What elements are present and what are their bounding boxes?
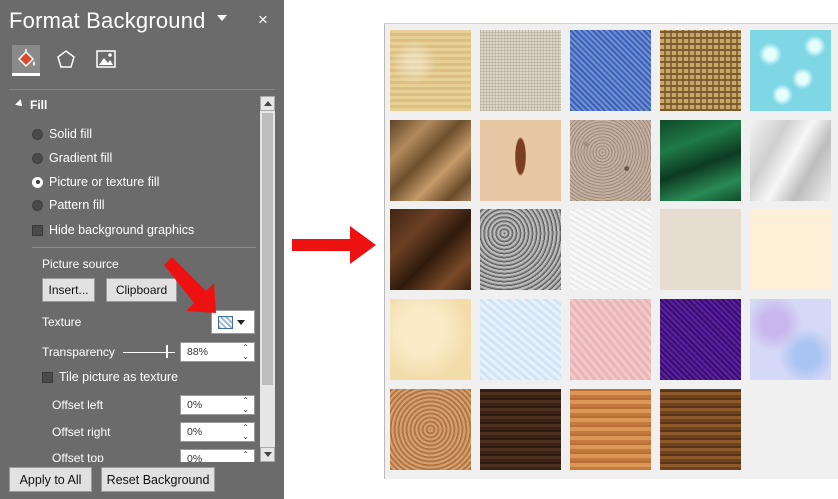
texture-tile-oak[interactable]	[570, 389, 651, 470]
texture-tile-woven-mat[interactable]	[660, 30, 741, 111]
offset-top-spinner[interactable]: 0% ⌃⌄	[180, 449, 255, 462]
fill-section-header[interactable]: Fill	[15, 98, 48, 112]
checkbox[interactable]	[32, 224, 43, 236]
spinner-value: 0%	[187, 426, 203, 438]
scroll-down-icon[interactable]	[260, 447, 275, 462]
divider	[32, 247, 256, 248]
offset-left-label: Offset left	[52, 398, 104, 412]
texture-tile-walnut[interactable]	[480, 389, 561, 470]
picture-texture-fill-option[interactable]: Picture or texture fill	[32, 175, 159, 189]
radio-button[interactable]	[32, 128, 43, 140]
texture-gallery	[384, 23, 838, 479]
option-label: Pattern fill	[49, 198, 105, 212]
radio-button[interactable]	[32, 199, 43, 211]
texture-tile-bouquet[interactable]	[750, 299, 831, 380]
radio-button-selected[interactable]	[32, 176, 43, 188]
pattern-fill-option[interactable]: Pattern fill	[32, 198, 105, 212]
spinner-arrows-icon[interactable]: ⌃⌄	[242, 343, 249, 361]
spinner-arrows-icon[interactable]: ⌃⌄	[242, 450, 249, 462]
offset-top-label: Offset top	[52, 451, 104, 462]
offset-top-row-clip: Offset top 0% ⌃⌄	[0, 446, 260, 462]
texture-tile-pink-tissue-paper[interactable]	[570, 299, 651, 380]
tile-picture-option[interactable]: Tile picture as texture	[42, 370, 178, 384]
pane-options-chevron-down-icon[interactable]	[217, 15, 227, 21]
red-right-arrow-icon	[292, 226, 376, 264]
transparency-slider-thumb[interactable]	[166, 345, 168, 358]
scroll-up-icon[interactable]	[260, 96, 275, 111]
scrollbar-thumb[interactable]	[262, 113, 273, 385]
solid-fill-option[interactable]: Solid fill	[32, 127, 92, 141]
effects-tab[interactable]	[52, 45, 80, 73]
format-background-pane: Format Background × Fill Solid fill Grad…	[0, 0, 284, 499]
texture-tile-sand[interactable]	[570, 120, 651, 201]
texture-tile-newsprint[interactable]	[570, 209, 651, 290]
picture-source-label: Picture source	[42, 257, 119, 271]
option-label: Tile picture as texture	[59, 370, 179, 384]
fill-tab[interactable]	[12, 45, 40, 76]
texture-tile-medium-wood[interactable]	[660, 389, 741, 470]
texture-tile-purple-mesh[interactable]	[660, 299, 741, 380]
hide-background-graphics-option[interactable]: Hide background graphics	[32, 223, 194, 237]
texture-tile-green-marble[interactable]	[660, 120, 741, 201]
picture-tab[interactable]	[92, 45, 120, 73]
offset-right-spinner[interactable]: 0% ⌃ ⌄	[180, 422, 255, 442]
section-title: Fill	[30, 98, 48, 112]
red-diagonal-arrow-icon	[164, 257, 216, 313]
spinner-value: 88%	[187, 346, 209, 358]
texture-label: Texture	[42, 315, 82, 329]
texture-tile-brown-marble[interactable]	[390, 209, 471, 290]
texture-tile-cork[interactable]	[390, 389, 471, 470]
radio-button[interactable]	[32, 152, 43, 164]
texture-tile-fish-fossil[interactable]	[480, 120, 561, 201]
spinner-value: 0%	[187, 453, 203, 462]
pentagon-icon	[57, 50, 75, 68]
vertical-scrollbar[interactable]	[260, 96, 275, 462]
texture-tile-canvas[interactable]	[480, 30, 561, 111]
option-label: Solid fill	[49, 127, 93, 141]
reset-background-button[interactable]: Reset Background	[101, 467, 215, 492]
texture-tile-granite[interactable]	[480, 209, 561, 290]
option-label: Gradient fill	[49, 151, 113, 165]
option-label: Hide background graphics	[49, 223, 195, 237]
picture-icon	[96, 50, 116, 68]
collapse-triangle-icon	[15, 99, 25, 109]
texture-tile-paper-bag[interactable]	[390, 120, 471, 201]
texture-tile-white-marble[interactable]	[750, 120, 831, 201]
spinner-arrows-icon[interactable]: ⌃⌄	[242, 396, 249, 414]
texture-tile-denim[interactable]	[570, 30, 651, 111]
spinner-arrows-icon[interactable]: ⌃⌄	[242, 423, 249, 441]
texture-tile-blue-tissue-paper[interactable]	[480, 299, 561, 380]
checkbox[interactable]	[42, 371, 53, 383]
divider	[9, 89, 275, 90]
close-icon[interactable]: ×	[258, 11, 268, 28]
offset-right-label: Offset right	[52, 425, 111, 439]
apply-to-all-button[interactable]: Apply to All	[9, 467, 92, 492]
option-label: Picture or texture fill	[49, 175, 160, 189]
offset-left-spinner[interactable]: 0% ⌃ ⌄	[180, 395, 255, 415]
transparency-label: Transparency	[42, 345, 115, 359]
texture-tile-parchment[interactable]	[750, 209, 831, 290]
gradient-fill-option[interactable]: Gradient fill	[32, 151, 112, 165]
texture-tile-recycled-paper[interactable]	[660, 209, 741, 290]
texture-tile-papyrus[interactable]	[390, 30, 471, 111]
texture-tile-stationery[interactable]	[390, 299, 471, 380]
transparency-spinner[interactable]: 88% ⌃ ⌄	[180, 342, 255, 362]
paint-bucket-icon	[17, 49, 35, 68]
spinner-value: 0%	[187, 399, 203, 411]
texture-tile-water-droplets[interactable]	[750, 30, 831, 111]
insert-button[interactable]: Insert...	[42, 278, 95, 302]
pane-title: Format Background	[9, 8, 206, 33]
